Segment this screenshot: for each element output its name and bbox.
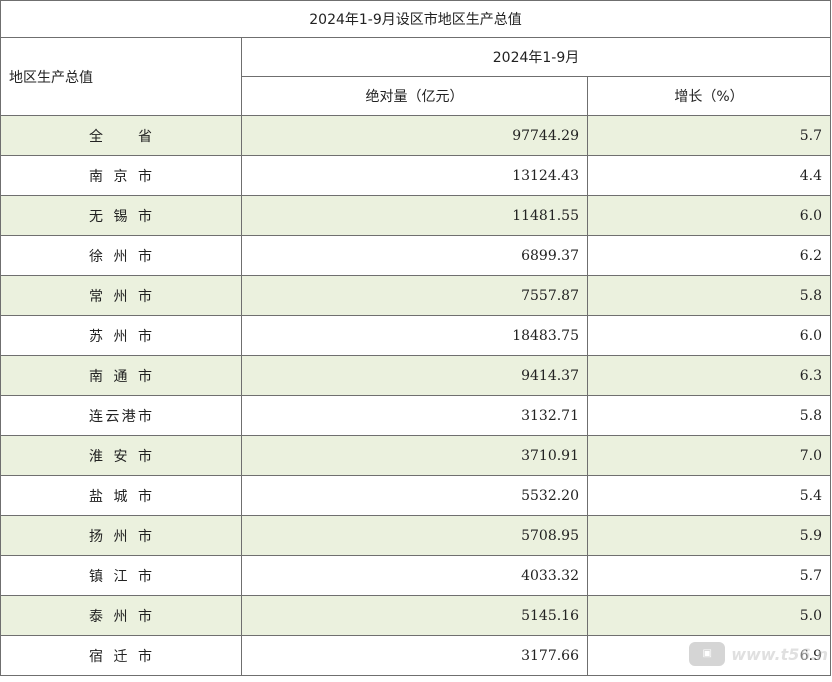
region-cell: 无锡市	[0, 195, 242, 236]
value-cell: 3710.91	[241, 435, 588, 476]
growth-column-header: 增长（%）	[586, 76, 832, 116]
region-name: 泰州市	[89, 608, 153, 625]
table-body: 全省 97744.29 5.7 南京市 13124.43 4.4 无锡市 11481.55 6.…	[0, 115, 832, 676]
value-cell: 5532.20	[241, 475, 588, 516]
period-header: 2024年1-9月	[240, 37, 832, 77]
region-name: 南通市	[89, 368, 153, 385]
value-cell: 7557.87	[241, 275, 588, 316]
growth-cell: 6.2	[586, 235, 832, 276]
region-cell: 镇江市	[0, 555, 242, 596]
value-cell: 13124.43	[241, 155, 588, 196]
region-cell: 连云港市	[0, 395, 242, 436]
region-cell: 淮安市	[0, 435, 242, 476]
region-name: 苏州市	[89, 328, 153, 345]
table-row: 常州市 7557.87 5.8	[0, 275, 832, 316]
region-name: 扬州市	[89, 528, 153, 545]
region-cell: 徐州市	[0, 235, 242, 276]
region-name: 镇江市	[89, 568, 153, 585]
table-row: 淮安市 3710.91 7.0	[0, 435, 832, 476]
region-cell: 宿迁市	[0, 635, 242, 676]
growth-cell: 5.7	[586, 555, 832, 596]
value-cell: 3132.71	[241, 395, 588, 436]
growth-cell: 5.7	[586, 115, 832, 156]
growth-cell: 5.4	[586, 475, 832, 516]
region-name: 宿迁市	[89, 648, 153, 665]
value-cell: 9414.37	[241, 355, 588, 396]
growth-cell: 6.0	[586, 315, 832, 356]
growth-cell: 5.0	[586, 595, 832, 636]
value-cell: 18483.75	[241, 315, 588, 356]
region-cell: 南通市	[0, 355, 242, 396]
table-row: 徐州市 6899.37 6.2	[0, 235, 832, 276]
value-cell: 6899.37	[241, 235, 588, 276]
table-row: 盐城市 5532.20 5.4	[0, 475, 832, 516]
region-cell: 全省	[0, 115, 242, 156]
table-row: 全省 97744.29 5.7	[0, 115, 832, 156]
table-row: 镇江市 4033.32 5.7	[0, 555, 832, 596]
value-cell: 5145.16	[241, 595, 588, 636]
growth-cell: 5.9	[586, 515, 832, 556]
region-name: 南京市	[89, 168, 153, 185]
table-title: 2024年1-9月设区市地区生产总值	[0, 0, 832, 38]
value-cell: 4033.32	[241, 555, 588, 596]
growth-cell: 6.0	[586, 195, 832, 236]
region-cell: 泰州市	[0, 595, 242, 636]
table-row: 泰州市 5145.16 5.0	[0, 595, 832, 636]
region-name: 盐城市	[89, 488, 153, 505]
region-name: 淮安市	[89, 448, 153, 465]
row-header-label: 地区生产总值	[0, 37, 242, 116]
region-name: 无锡市	[89, 208, 153, 225]
region-name: 常州市	[89, 288, 153, 305]
region-cell: 扬州市	[0, 515, 242, 556]
gdp-table: 2024年1-9月设区市地区生产总值 地区生产总值 2024年1-9月 绝对量（…	[0, 0, 832, 676]
value-cell: 97744.29	[241, 115, 588, 156]
table-row: 南京市 13124.43 4.4	[0, 155, 832, 196]
region-name: 连云港市	[89, 408, 153, 425]
value-cell: 11481.55	[241, 195, 588, 236]
growth-cell: 6.3	[586, 355, 832, 396]
region-cell: 盐城市	[0, 475, 242, 516]
region-cell: 常州市	[0, 275, 242, 316]
region-name: 全省	[89, 128, 153, 145]
growth-cell: 5.8	[586, 275, 832, 316]
region-cell: 南京市	[0, 155, 242, 196]
growth-cell: 4.4	[586, 155, 832, 196]
growth-cell: 5.8	[586, 395, 832, 436]
table-row: 连云港市 3132.71 5.8	[0, 395, 832, 436]
table-row: 扬州市 5708.95 5.9	[0, 515, 832, 556]
value-column-header: 绝对量（亿元）	[241, 76, 588, 116]
table-row: 宿迁市 3177.66 6.9	[0, 635, 832, 676]
region-name: 徐州市	[89, 248, 153, 265]
table-row: 无锡市 11481.55 6.0	[0, 195, 832, 236]
growth-cell: 6.9	[586, 635, 832, 676]
value-cell: 5708.95	[241, 515, 588, 556]
growth-cell: 7.0	[586, 435, 832, 476]
value-cell: 3177.66	[241, 635, 588, 676]
table-row: 苏州市 18483.75 6.0	[0, 315, 832, 356]
region-cell: 苏州市	[0, 315, 242, 356]
table-row: 南通市 9414.37 6.3	[0, 355, 832, 396]
